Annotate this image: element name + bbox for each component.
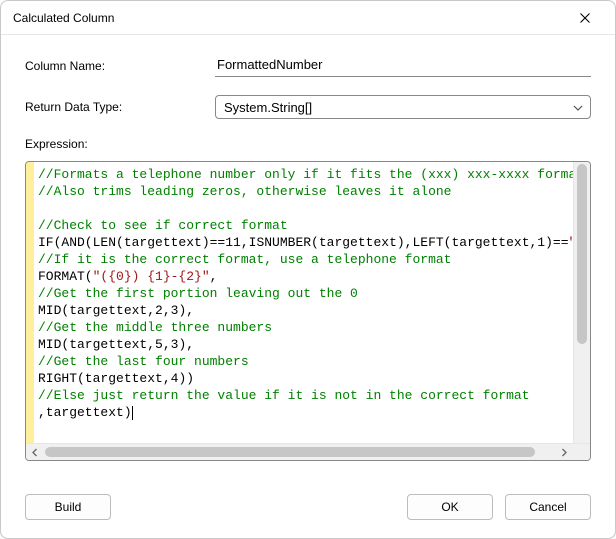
horizontal-scroll-thumb[interactable] [45, 447, 535, 457]
scroll-right-icon[interactable] [556, 444, 573, 461]
code-line: ,targettext) [38, 405, 133, 420]
code-line: //Get the last four numbers [38, 354, 249, 369]
cancel-button[interactable]: Cancel [505, 494, 591, 520]
code-line: RIGHT(targettext,4)) [38, 371, 194, 386]
scroll-left-icon[interactable] [26, 444, 43, 461]
dialog-content: Column Name: Return Data Type: System.St… [1, 35, 615, 476]
code-line: //Formats a telephone number only if it … [38, 167, 573, 182]
row-return-type: Return Data Type: System.String[] [25, 95, 591, 119]
code-area[interactable]: //Formats a telephone number only if it … [34, 162, 573, 443]
button-row: Build OK Cancel [1, 476, 615, 538]
vertical-scrollbar[interactable] [573, 162, 590, 443]
close-button[interactable] [563, 4, 607, 32]
window-title: Calculated Column [13, 11, 114, 25]
code-line: IF(AND(LEN(targettext)==11,ISNUMBER(targ… [38, 235, 573, 250]
code-line: //Also trims leading zeros, otherwise le… [38, 184, 451, 199]
row-column-name: Column Name: [25, 55, 591, 77]
label-expression: Expression: [25, 137, 591, 151]
code-line: //Check to see if correct format [38, 218, 288, 233]
return-type-select[interactable]: System.String[] [215, 95, 591, 119]
code-line: //Else just return the value if it is no… [38, 388, 529, 403]
code-line: //If it is the correct format, use a tel… [38, 252, 451, 267]
ok-button[interactable]: OK [407, 494, 493, 520]
column-name-input[interactable] [215, 55, 591, 77]
horizontal-scroll-track[interactable] [43, 444, 556, 460]
return-type-value: System.String[] [224, 100, 312, 115]
editor-gutter [26, 162, 34, 443]
horizontal-scrollbar[interactable] [26, 443, 590, 460]
code-line: MID(targettext,5,3), [38, 337, 194, 352]
label-return-type: Return Data Type: [25, 100, 215, 114]
label-column-name: Column Name: [25, 59, 215, 73]
vertical-scroll-thumb[interactable] [577, 164, 587, 344]
expression-editor[interactable]: //Formats a telephone number only if it … [25, 161, 591, 461]
titlebar: Calculated Column [1, 1, 615, 35]
dialog-window: Calculated Column Column Name: Return Da… [0, 0, 616, 539]
build-button[interactable]: Build [25, 494, 111, 520]
code-line: //Get the middle three numbers [38, 320, 272, 335]
code-line: FORMAT("({0}) {1}-{2}", [38, 269, 217, 284]
scroll-corner [573, 444, 590, 461]
text-cursor [132, 406, 133, 420]
code-line: //Get the first portion leaving out the … [38, 286, 358, 301]
code-line: MID(targettext,2,3), [38, 303, 194, 318]
close-icon [580, 13, 590, 23]
